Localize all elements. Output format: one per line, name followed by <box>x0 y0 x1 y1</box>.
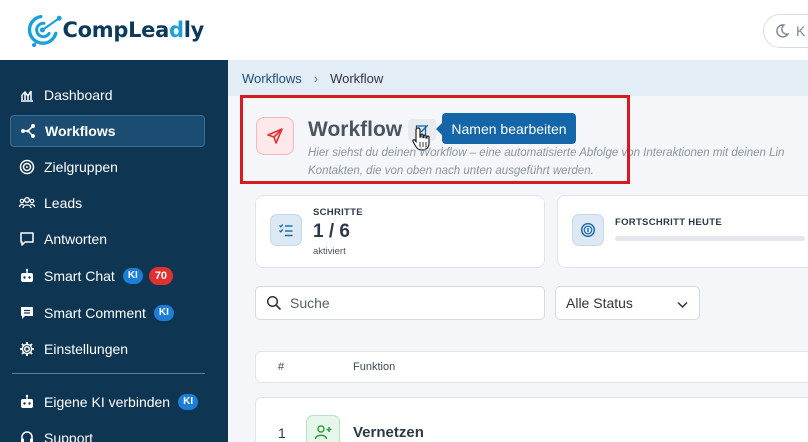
sidebar-item-support[interactable]: Support <box>10 422 205 442</box>
workflow-icon <box>19 122 37 140</box>
robot-icon <box>18 267 36 285</box>
progress-today-card: FORTSCHRITT HEUTE <box>557 195 808 268</box>
sidebar: Dashboard Workflows Zielgruppen Leads An… <box>0 60 228 442</box>
steps-label: SCHRITTE <box>313 207 363 218</box>
sidebar-item-label: Eigene KI verbinden <box>44 394 171 410</box>
sidebar-item-dashboard[interactable]: Dashboard <box>10 79 205 111</box>
sidebar-item-label: Dashboard <box>44 87 113 103</box>
search-input[interactable] <box>290 295 530 311</box>
highlight-annotation-box <box>240 95 630 184</box>
sidebar-item-antworten[interactable]: Antworten <box>10 223 205 255</box>
steps-sub: aktiviert <box>313 246 346 257</box>
logo-text: CompLeadly <box>62 18 205 42</box>
sidebar-divider <box>12 373 205 374</box>
theme-toggle[interactable]: K <box>763 14 808 48</box>
sidebar-item-eigene-ki[interactable]: Eigene KI verbinden KI <box>10 386 205 418</box>
column-header-function: Funktion <box>353 361 396 373</box>
logo-icon <box>27 14 62 48</box>
progress-label: FORTSCHRITT HEUTE <box>615 217 722 228</box>
sidebar-item-label: Zielgruppen <box>44 159 118 175</box>
unread-count-badge: 70 <box>148 267 174 285</box>
steps-value: 1 / 6 <box>313 221 350 242</box>
sidebar-item-label: Workflows <box>45 123 116 139</box>
ki-badge: KI <box>153 305 174 321</box>
comment-icon <box>18 304 36 322</box>
sidebar-item-label: Smart Chat <box>44 268 115 284</box>
checklist-icon <box>270 214 302 246</box>
sidebar-item-label: Einstellungen <box>44 341 129 357</box>
chat-icon <box>18 230 36 248</box>
sidebar-item-leads[interactable]: Leads <box>10 187 205 219</box>
status-select-value: Alle Status <box>566 295 633 311</box>
theme-toggle-label: K <box>796 23 806 39</box>
breadcrumb-workflows-link[interactable]: Workflows <box>242 71 302 86</box>
breadcrumb: Workflows › Workflow <box>228 60 808 96</box>
row-number: 1 <box>278 425 286 441</box>
top-bar: CompLeadly K <box>0 0 808 60</box>
sidebar-item-smart-comment[interactable]: Smart Comment KI <box>10 297 205 329</box>
status-select[interactable]: Alle Status <box>555 286 700 320</box>
table-row[interactable]: 1 Vernetzen <box>255 397 808 442</box>
steps-card: SCHRITTE 1 / 6 aktiviert <box>255 195 545 268</box>
sidebar-item-zielgruppen[interactable]: Zielgruppen <box>10 151 205 183</box>
progress-bar <box>615 236 805 241</box>
add-user-icon <box>306 415 340 442</box>
target-icon <box>18 158 36 176</box>
search-icon <box>266 295 282 311</box>
sidebar-item-label: Antworten <box>44 231 108 247</box>
support-icon <box>18 429 36 442</box>
moon-icon <box>776 24 790 38</box>
sidebar-item-label: Leads <box>44 195 83 211</box>
app-logo[interactable]: CompLeadly <box>24 8 204 52</box>
ki-badge: KI <box>178 394 199 410</box>
chart-icon <box>18 86 36 104</box>
chevron-down-icon <box>677 301 688 309</box>
sidebar-item-label: Support <box>44 430 94 442</box>
table-header: # Funktion <box>255 351 808 383</box>
chevron-right-icon: › <box>313 70 319 86</box>
search-box[interactable] <box>255 286 545 320</box>
robot-icon <box>18 393 36 411</box>
sidebar-item-smart-chat[interactable]: Smart Chat KI 70 <box>10 260 205 292</box>
sidebar-item-workflows[interactable]: Workflows <box>10 115 205 147</box>
column-header-number: # <box>278 361 285 373</box>
progress-icon <box>572 214 604 246</box>
row-function-name: Vernetzen <box>353 424 424 441</box>
users-icon <box>18 194 36 212</box>
breadcrumb-current: Workflow <box>330 70 384 86</box>
sidebar-item-label: Smart Comment <box>44 305 146 321</box>
sidebar-item-einstellungen[interactable]: Einstellungen <box>10 333 205 365</box>
gear-icon <box>18 340 36 358</box>
ki-badge: KI <box>122 268 143 284</box>
